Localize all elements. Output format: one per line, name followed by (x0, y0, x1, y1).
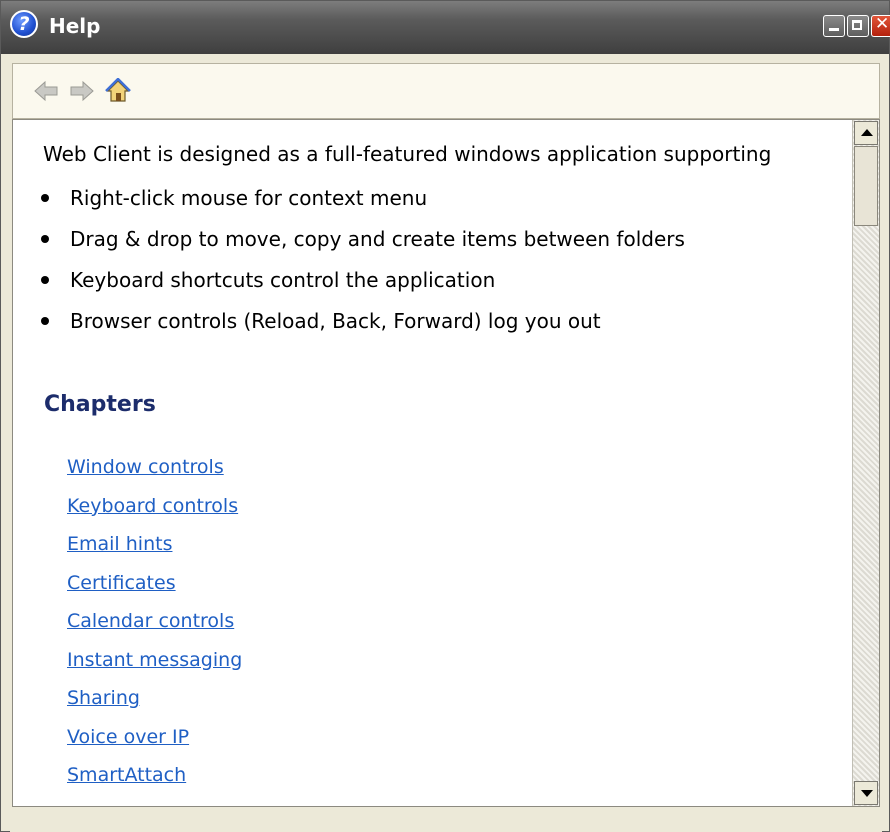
scroll-down-button[interactable] (854, 781, 878, 805)
help-icon: ? (10, 10, 38, 38)
chapter-link-voice-over-ip[interactable]: Voice over IP (67, 724, 242, 763)
window-body: Web Client is designed as a full-feature… (10, 54, 882, 832)
list-item: Browser controls (Reload, Back, Forward)… (37, 305, 685, 346)
help-window: ? Help ✕ Web Client is designed as a ful… (0, 0, 890, 832)
scroll-up-button[interactable] (854, 121, 878, 145)
close-button[interactable]: ✕ (871, 14, 890, 37)
minimize-button[interactable] (823, 15, 845, 37)
chapter-link-smartattach[interactable]: SmartAttach (67, 762, 242, 801)
chapter-link-keyboard-controls[interactable]: Keyboard controls (67, 493, 242, 532)
list-item: Right-click mouse for context menu (37, 182, 685, 223)
list-item: Keyboard shortcuts control the applicati… (37, 264, 685, 305)
chapters-heading: Chapters (44, 392, 156, 417)
intro-text: Web Client is designed as a full-feature… (43, 142, 772, 166)
window-title: Help (49, 14, 101, 38)
maximize-button[interactable] (847, 15, 869, 37)
forward-arrow-icon[interactable] (69, 78, 95, 104)
title-bar[interactable]: ? Help ✕ (1, 1, 890, 54)
feature-list: Right-click mouse for context menu Drag … (37, 182, 685, 346)
close-icon: ✕ (875, 14, 890, 34)
back-arrow-icon[interactable] (33, 78, 59, 104)
navigation-toolbar (12, 63, 880, 119)
chapters-list: Window controls Keyboard controls Email … (67, 454, 242, 801)
chapter-link-window-controls[interactable]: Window controls (67, 454, 242, 493)
chapter-link-sharing[interactable]: Sharing (67, 685, 242, 724)
chapter-link-email-hints[interactable]: Email hints (67, 531, 242, 570)
help-content: Web Client is designed as a full-feature… (12, 119, 880, 807)
chapter-link-calendar-controls[interactable]: Calendar controls (67, 608, 242, 647)
scroll-thumb[interactable] (854, 146, 878, 226)
chapter-link-instant-messaging[interactable]: Instant messaging (67, 647, 242, 686)
vertical-scrollbar[interactable] (852, 120, 879, 806)
list-item: Drag & drop to move, copy and create ite… (37, 223, 685, 264)
chapter-link-certificates[interactable]: Certificates (67, 570, 242, 609)
home-icon[interactable] (105, 78, 131, 104)
